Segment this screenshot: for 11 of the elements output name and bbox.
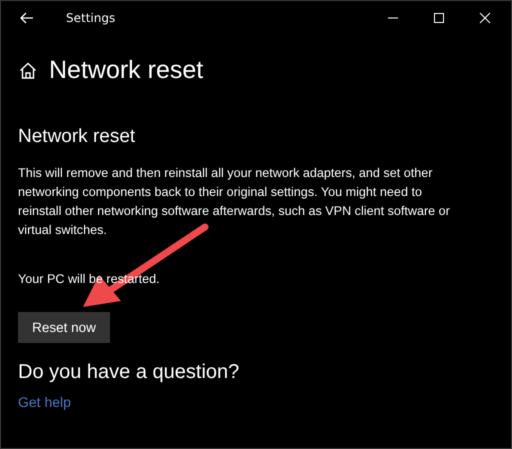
maximize-icon[interactable] <box>433 12 445 24</box>
section-heading: Network reset <box>18 126 136 148</box>
home-icon[interactable] <box>19 62 37 79</box>
close-icon[interactable] <box>479 12 491 24</box>
page-title: Network reset <box>49 56 204 85</box>
back-icon[interactable] <box>20 12 34 24</box>
help-heading: Do you have a question? <box>18 361 240 384</box>
description: This will remove and then reinstall all your network adapters, and set other networking components back to their original settings. You might need to reinstall other networking software afterwards, such as VPN client software or virtual switches. <box>18 165 451 239</box>
reset-now-button[interactable]: Reset now <box>18 312 110 343</box>
window-title: Settings <box>66 11 116 25</box>
get-help-link[interactable]: Get help <box>18 394 71 410</box>
